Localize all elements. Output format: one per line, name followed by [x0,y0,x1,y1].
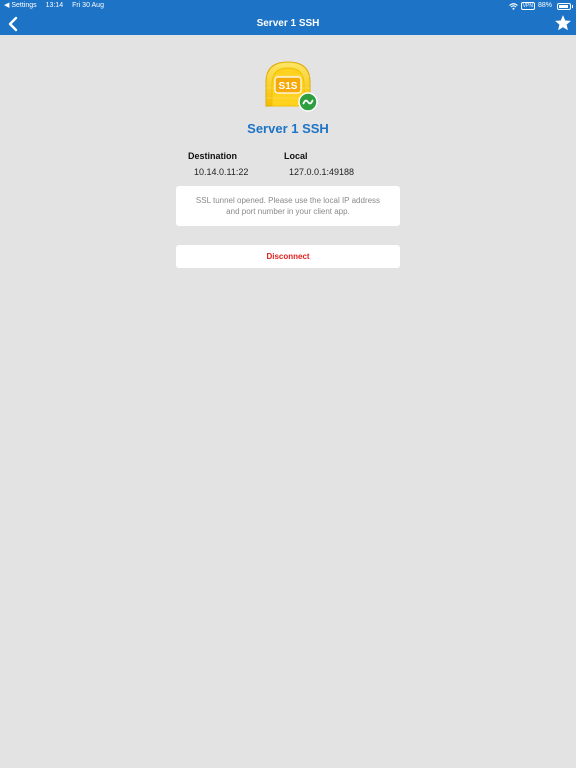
destination-label: Destination [188,151,238,161]
server-name-heading: Server 1 SSH [247,121,329,136]
tunnel-status-message: SSL tunnel opened. Please use the local … [176,186,400,226]
battery-fill [559,4,568,8]
status-time: 13:14 [45,2,64,9]
status-right: VPN 88% [508,1,573,11]
tunnel-status-text: SSL tunnel opened. Please use the local … [195,196,381,216]
favorite-star-icon[interactable] [554,14,572,32]
back-to-settings-link[interactable]: ◀ Settings [4,2,37,9]
wifi-icon [508,2,518,10]
status-date: Fri 30 Aug [72,2,104,9]
status-left: ◀ Settings 13:14 Fri 30 Aug [4,1,111,11]
disconnect-button[interactable]: Disconnect [176,245,400,268]
vpn-badge: VPN [520,2,535,10]
tunnel-icon: S1S [265,61,318,112]
local-value: 127.0.0.1:49188 [289,167,355,177]
nav-title: Server 1 SSH [256,18,320,29]
local-label: Local [284,151,308,161]
navigation-bar: Server 1 SSH [0,12,576,35]
destination-value: 10.14.0.11:22 [194,167,249,177]
status-bar: ◀ Settings 13:14 Fri 30 Aug VPN 88% [0,0,576,12]
app-icon-label: S1S [279,81,298,92]
ssl-tunnel-app-icon: S1S [264,60,318,112]
battery-percent: 88% [537,2,552,9]
battery-icon [557,2,573,10]
